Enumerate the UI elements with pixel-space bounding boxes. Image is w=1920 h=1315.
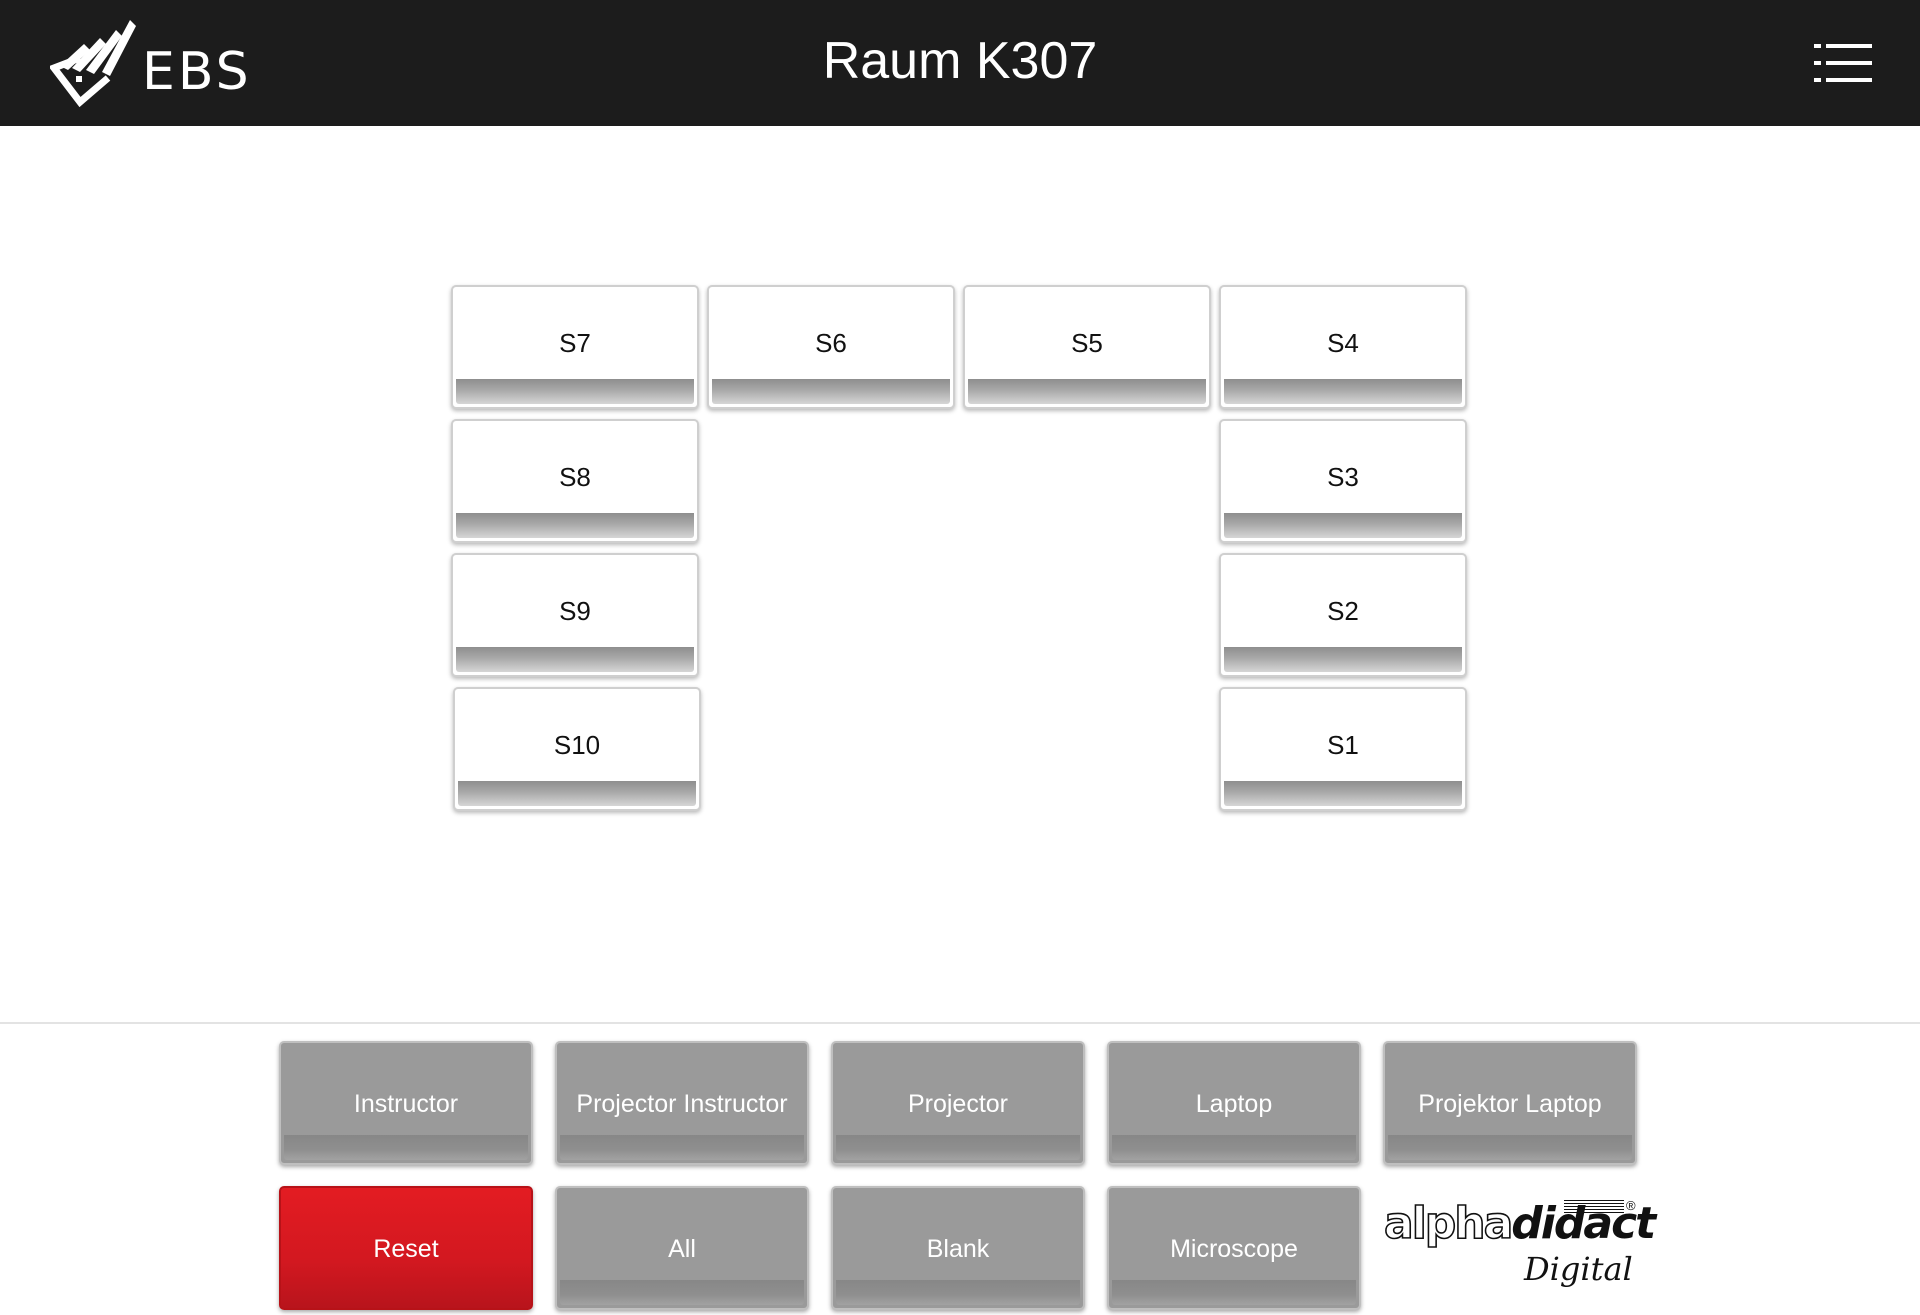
alphadidact-logo: alphadidact ® Digital — [1383, 1197, 1656, 1298]
seat-status-bar — [458, 781, 696, 806]
seat-s3-button[interactable]: S3 — [1219, 419, 1467, 543]
seat-status-bar — [968, 379, 1206, 404]
logo-wordmark: alphadidact — [1383, 1197, 1656, 1250]
projektor-laptop-button[interactable]: Projektor Laptop — [1383, 1041, 1637, 1165]
all-button[interactable]: All — [555, 1186, 809, 1310]
list-menu-icon — [1814, 44, 1872, 82]
header-bar: EBS Raum K307 — [0, 0, 1920, 126]
seat-status-bar — [1224, 513, 1462, 538]
microscope-button[interactable]: Microscope — [1107, 1186, 1361, 1310]
seat-s2-button[interactable]: S2 — [1219, 553, 1467, 677]
button-label: Reset — [373, 1235, 439, 1263]
seat-label: S10 — [553, 730, 601, 760]
instructor-button[interactable]: Instructor — [279, 1041, 533, 1165]
button-status-bar — [560, 1280, 804, 1305]
seat-s1-button[interactable]: S1 — [1219, 687, 1467, 811]
ebs-logo: EBS — [50, 16, 280, 112]
logo-subtitle: Digital — [1524, 1250, 1633, 1288]
seat-status-bar — [712, 379, 950, 404]
reset-button[interactable]: Reset — [279, 1186, 533, 1310]
laptop-button[interactable]: Laptop — [1107, 1041, 1361, 1165]
seat-label: S7 — [559, 328, 591, 358]
button-status-bar — [1112, 1280, 1356, 1305]
seat-s10-button[interactable]: S10 — [453, 687, 701, 811]
button-status-bar — [1112, 1135, 1356, 1160]
seat-label: S4 — [1327, 328, 1359, 358]
logo-text: EBS — [142, 42, 252, 102]
button-status-bar — [836, 1280, 1080, 1305]
button-status-bar — [836, 1135, 1080, 1160]
menu-button[interactable] — [1814, 40, 1874, 86]
registered-mark: ® — [1626, 1198, 1636, 1213]
seat-s5-button[interactable]: S5 — [963, 285, 1211, 409]
seat-status-bar — [456, 379, 694, 404]
button-label: All — [668, 1235, 696, 1263]
seat-label: S2 — [1327, 596, 1359, 626]
button-status-bar — [1388, 1135, 1632, 1160]
projector-instructor-button[interactable]: Projector Instructor — [555, 1041, 809, 1165]
seat-status-bar — [1224, 781, 1462, 806]
seat-label: S3 — [1327, 462, 1359, 492]
seat-s7-button[interactable]: S7 — [451, 285, 699, 409]
button-label: Blank — [926, 1235, 990, 1263]
logo-name-light: alpha — [1383, 1197, 1514, 1250]
seat-status-bar — [456, 513, 694, 538]
button-label: Laptop — [1195, 1090, 1273, 1118]
button-label: Projektor Laptop — [1418, 1090, 1602, 1118]
seat-label: S1 — [1327, 730, 1359, 760]
seat-label: S9 — [559, 596, 591, 626]
seat-label: S8 — [559, 462, 591, 492]
button-label: Projector — [907, 1090, 1009, 1118]
divider — [0, 1022, 1920, 1024]
blank-button[interactable]: Blank — [831, 1186, 1085, 1310]
seat-s6-button[interactable]: S6 — [707, 285, 955, 409]
seat-status-bar — [1224, 379, 1462, 404]
seat-status-bar — [456, 647, 694, 672]
button-label: Projector Instructor — [576, 1090, 788, 1118]
button-status-bar — [284, 1135, 528, 1160]
button-label: Instructor — [353, 1090, 459, 1118]
seat-label: S5 — [1071, 328, 1103, 358]
page-title: Raum K307 — [822, 32, 1098, 90]
button-status-bar — [560, 1135, 804, 1160]
seat-label: S6 — [815, 328, 847, 358]
seat-s8-button[interactable]: S8 — [451, 419, 699, 543]
seat-status-bar — [1224, 647, 1462, 672]
seat-s4-button[interactable]: S4 — [1219, 285, 1467, 409]
seat-s9-button[interactable]: S9 — [451, 553, 699, 677]
projector-button[interactable]: Projector — [831, 1041, 1085, 1165]
button-label: Microscope — [1170, 1235, 1298, 1263]
